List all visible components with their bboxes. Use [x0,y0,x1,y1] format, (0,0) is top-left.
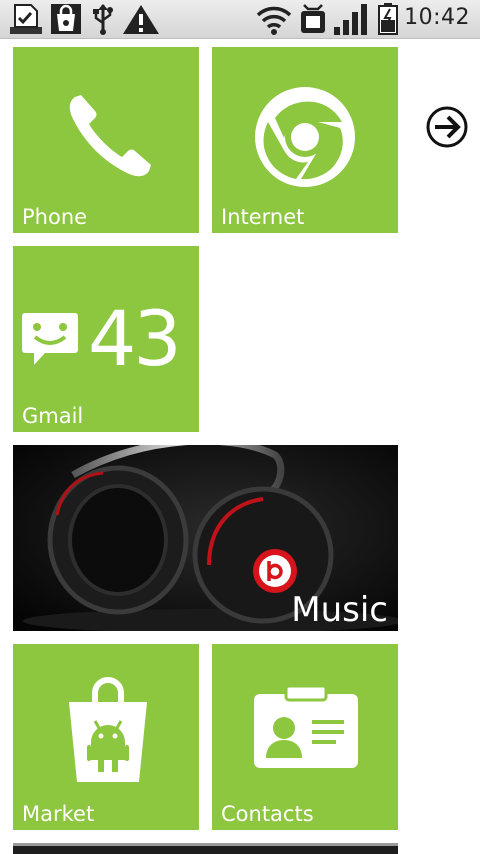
wifi-icon [256,6,292,35]
contacts-tile-label: Contacts [221,802,314,826]
market-tile[interactable]: Market [13,644,199,830]
music-tile-label: Music [291,590,388,630]
phone-handset-icon [69,95,151,177]
phone-tile[interactable]: Phone [13,47,199,233]
gmail-tile-label: Gmail [22,404,84,428]
sync-icon [301,4,325,33]
status-bar-clock: 10:42 [404,5,470,30]
battery-icon [378,3,398,35]
music-tile[interactable]: Music [13,445,398,631]
status-bar: 10:42 [0,0,480,39]
phone-tile-label: Phone [22,205,88,229]
usb-icon [93,4,113,35]
partial-tile-highlight [13,843,398,846]
contacts-tile[interactable]: Contacts [212,644,398,830]
message-icon [22,313,78,365]
task-check-icon [10,4,42,34]
warning-icon [123,5,159,34]
contact-card-icon [254,686,358,768]
internet-tile[interactable]: Internet [212,47,398,233]
gmail-tile[interactable]: 43 Gmail [13,246,199,432]
market-bag-icon [69,677,147,782]
browser-icon [255,87,355,187]
market-tile-label: Market [22,802,95,826]
arrow-right-circle-icon[interactable] [425,105,469,149]
gmail-unread-count: 43 [88,294,182,383]
signal-icon [334,4,367,35]
internet-tile-label: Internet [221,205,305,229]
shopping-bag-icon [51,4,81,34]
partial-tile[interactable] [13,843,398,854]
